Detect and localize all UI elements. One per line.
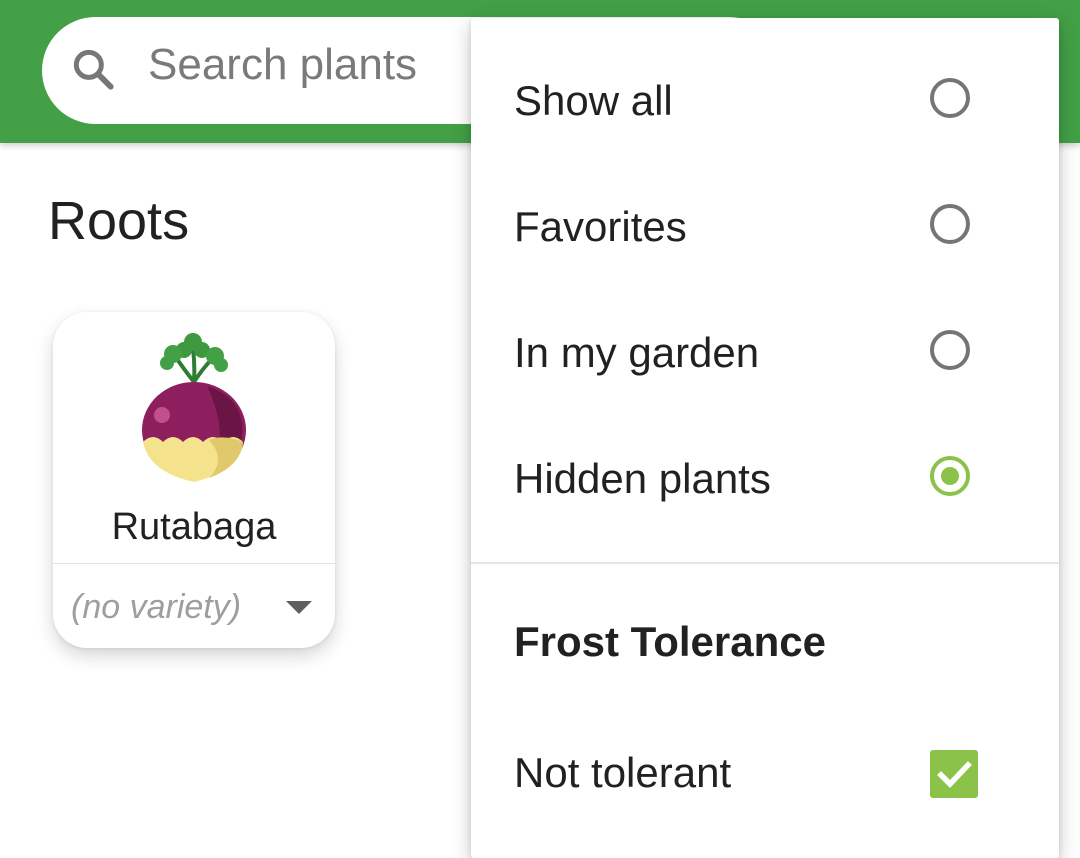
- card-divider: [53, 563, 335, 564]
- search-input[interactable]: Search plants: [148, 40, 417, 90]
- frost-tolerance-header: Frost Tolerance: [514, 618, 826, 665]
- menu-divider: [471, 562, 1059, 564]
- filter-menu: Show all Favorites In my garden Hidden p…: [471, 18, 1059, 858]
- filter-option-in-my-garden[interactable]: In my garden: [471, 290, 1059, 416]
- variety-selector[interactable]: (no variety): [71, 588, 241, 627]
- radio-button-icon[interactable]: [930, 330, 970, 370]
- checkbox-checked-icon[interactable]: [930, 750, 978, 798]
- filter-option-label: In my garden: [514, 329, 760, 376]
- radio-button-selected-icon[interactable]: [930, 456, 970, 496]
- radio-button-icon[interactable]: [930, 204, 970, 244]
- frost-option-label: Not tolerant: [514, 749, 732, 796]
- search-icon[interactable]: [68, 44, 118, 94]
- filter-option-label: Show all: [514, 77, 673, 124]
- plant-name: Rutabaga: [111, 506, 277, 548]
- filter-option-favorites[interactable]: Favorites: [471, 164, 1059, 290]
- filter-option-label: Favorites: [514, 203, 687, 250]
- rutabaga-icon: [142, 333, 246, 482]
- caret-down-icon[interactable]: [286, 601, 312, 614]
- plant-card[interactable]: Rutabaga (no variety): [53, 312, 335, 648]
- radio-button-icon[interactable]: [930, 78, 970, 118]
- filter-option-label: Hidden plants: [514, 455, 771, 502]
- filter-option-show-all[interactable]: Show all: [471, 38, 1059, 164]
- filter-option-hidden-plants[interactable]: Hidden plants: [471, 416, 1059, 542]
- section-title: Roots: [48, 191, 190, 251]
